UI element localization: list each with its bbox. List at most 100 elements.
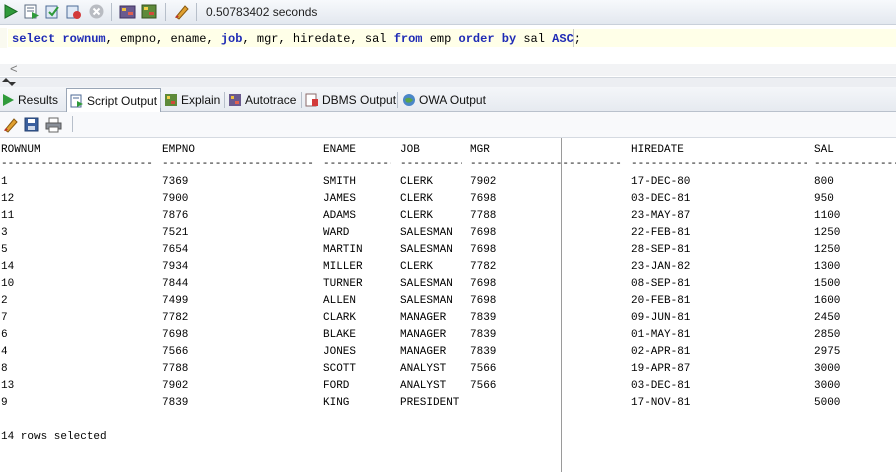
column-underline: ---------------------------------------- xyxy=(400,158,462,170)
table-row-ename: MILLER xyxy=(323,261,363,273)
rollback-icon[interactable] xyxy=(65,3,82,20)
table-row: 5 7654 MARTIN SALESMAN 7698 28-SEP-81 1250 xyxy=(0,244,896,258)
table-row-empno: 7521 xyxy=(162,227,189,239)
output-tabs: Results Script Output Explain Autotrace … xyxy=(0,87,896,112)
table-row-sal: 2975 xyxy=(814,346,841,358)
tab-autotrace[interactable]: Autotrace xyxy=(228,89,296,110)
splitter-arrows-icon[interactable] xyxy=(1,78,17,86)
table-row-job: SALESMAN xyxy=(400,278,453,290)
table-row-mgr: 7839 xyxy=(470,312,497,324)
column-underline: ---------------------------------------- xyxy=(162,158,314,170)
header-separator: ----------------------- -----------------… xyxy=(0,158,896,172)
table-row-hiredate: 03-DEC-81 xyxy=(631,193,691,205)
table-row-ename: ADAMS xyxy=(323,210,357,222)
table-row-empno: 7782 xyxy=(162,312,189,324)
table-row-ename: JONES xyxy=(323,346,357,358)
tab-owa-output[interactable]: OWA Output xyxy=(402,89,486,110)
output-toolbar xyxy=(0,112,896,138)
table-row-job: SALESMAN xyxy=(400,244,453,256)
editor-horizontal-scrollbar[interactable]: < xyxy=(0,61,896,76)
header-row-hiredate: HIREDATE xyxy=(631,144,684,156)
table-row-rownum: 11 xyxy=(1,210,15,222)
table-row-mgr: 7839 xyxy=(470,346,497,358)
header-row-rownum: ROWNUM xyxy=(1,144,41,156)
sql-text: emp xyxy=(422,32,459,46)
table-row-hiredate: 23-MAY-87 xyxy=(631,210,691,222)
table-row-job: SALESMAN xyxy=(400,227,453,239)
table-row-sal: 1600 xyxy=(814,295,841,307)
run-script-icon[interactable] xyxy=(23,3,40,20)
table-row-sal: 1500 xyxy=(814,278,841,290)
table-row-rownum: 1 xyxy=(1,176,8,188)
save-icon[interactable] xyxy=(23,116,40,133)
table-row-rownum: 7 xyxy=(1,312,8,324)
table-row-hiredate: 02-APR-81 xyxy=(631,346,691,358)
clear-icon[interactable] xyxy=(173,3,190,20)
table-row-ename: KING xyxy=(323,397,350,409)
table-row-hiredate: 01-MAY-81 xyxy=(631,329,691,341)
table-row-hiredate: 20-FEB-81 xyxy=(631,295,691,307)
table-row-mgr: 7698 xyxy=(470,295,497,307)
sql-keyword: select xyxy=(12,32,56,46)
cancel-icon[interactable] xyxy=(88,3,105,20)
table-row-empno: 7566 xyxy=(162,346,189,358)
column-underline: ---------------------------------------- xyxy=(631,158,807,170)
table-row-ename: MARTIN xyxy=(323,244,363,256)
autotrace-icon[interactable] xyxy=(119,3,136,20)
table-row-empno: 7902 xyxy=(162,380,189,392)
run-statement-icon[interactable] xyxy=(2,3,19,20)
table-row-empno: 7934 xyxy=(162,261,189,273)
table-row: 7 7782 CLARK MANAGER 7839 09-JUN-81 2450 xyxy=(0,312,896,326)
results-icon xyxy=(3,93,14,106)
explain-plan-icon[interactable] xyxy=(141,3,158,20)
table-row-empno: 7900 xyxy=(162,193,189,205)
table-row-rownum: 13 xyxy=(1,380,15,392)
explain-icon xyxy=(165,93,177,106)
header-row-sal: SAL xyxy=(814,144,834,156)
column-underline: ---------------------------------------- xyxy=(470,158,622,170)
tab-results[interactable]: Results xyxy=(1,89,58,110)
column-underline: ---------------------------------------- xyxy=(1,158,153,170)
sql-keyword: ASC xyxy=(552,32,574,46)
scroll-left-arrow[interactable]: < xyxy=(10,61,18,76)
table-row-ename: CLARK xyxy=(323,312,357,324)
table-row-mgr: 7698 xyxy=(470,244,497,256)
table-row: 12 7900 JAMES CLERK 7698 03-DEC-81 950 xyxy=(0,193,896,207)
print-icon[interactable] xyxy=(45,116,62,133)
table-row-ename: BLAKE xyxy=(323,329,357,341)
table-row-mgr: 7839 xyxy=(470,329,497,341)
table-row-empno: 7369 xyxy=(162,176,189,188)
rows-selected-message: 14 rows selected xyxy=(1,431,107,443)
commit-icon[interactable] xyxy=(44,3,61,20)
sql-statement[interactable]: select rownum, empno, ename, job, mgr, h… xyxy=(12,32,581,46)
table-row-mgr: 7566 xyxy=(470,380,497,392)
column-underline: ---------------------------------------- xyxy=(814,158,896,170)
table-row-job: ANALYST xyxy=(400,380,447,392)
table-row-hiredate: 17-NOV-81 xyxy=(631,397,691,409)
sql-text: , mgr, hiredate, sal xyxy=(242,32,394,46)
sql-text: , empno, ename, xyxy=(105,32,221,46)
table-row-rownum: 10 xyxy=(1,278,15,290)
table-row-job: ANALYST xyxy=(400,363,447,375)
tab-script-output[interactable]: Script Output xyxy=(66,88,162,112)
sql-keyword: order xyxy=(458,32,495,46)
table-row-empno: 7839 xyxy=(162,397,189,409)
tab-dbms-output[interactable]: DBMS Output xyxy=(305,89,396,110)
table-row: 4 7566 JONES MANAGER 7839 02-APR-81 2975 xyxy=(0,346,896,360)
sql-keyword: from xyxy=(393,32,423,46)
sql-text: sal xyxy=(516,32,553,46)
table-row-job: MANAGER xyxy=(400,312,447,324)
worksheet-toolbar: 0.50783402 seconds xyxy=(0,0,896,25)
table-row-empno: 7698 xyxy=(162,329,189,341)
table-row-ename: FORD xyxy=(323,380,350,392)
tab-explain[interactable]: Explain xyxy=(164,89,220,110)
clear-output-icon[interactable] xyxy=(2,116,19,133)
table-row-job: SALESMAN xyxy=(400,295,453,307)
table-row: 2 7499 ALLEN SALESMAN 7698 20-FEB-81 1600 xyxy=(0,295,896,309)
table-row-hiredate: 08-SEP-81 xyxy=(631,278,691,290)
table-row-mgr: 7902 xyxy=(470,176,497,188)
table-row-empno: 7788 xyxy=(162,363,189,375)
table-row-hiredate: 19-APR-87 xyxy=(631,363,691,375)
table-row-mgr: 7566 xyxy=(470,363,497,375)
column-underline: ---------------------------------------- xyxy=(323,158,391,170)
